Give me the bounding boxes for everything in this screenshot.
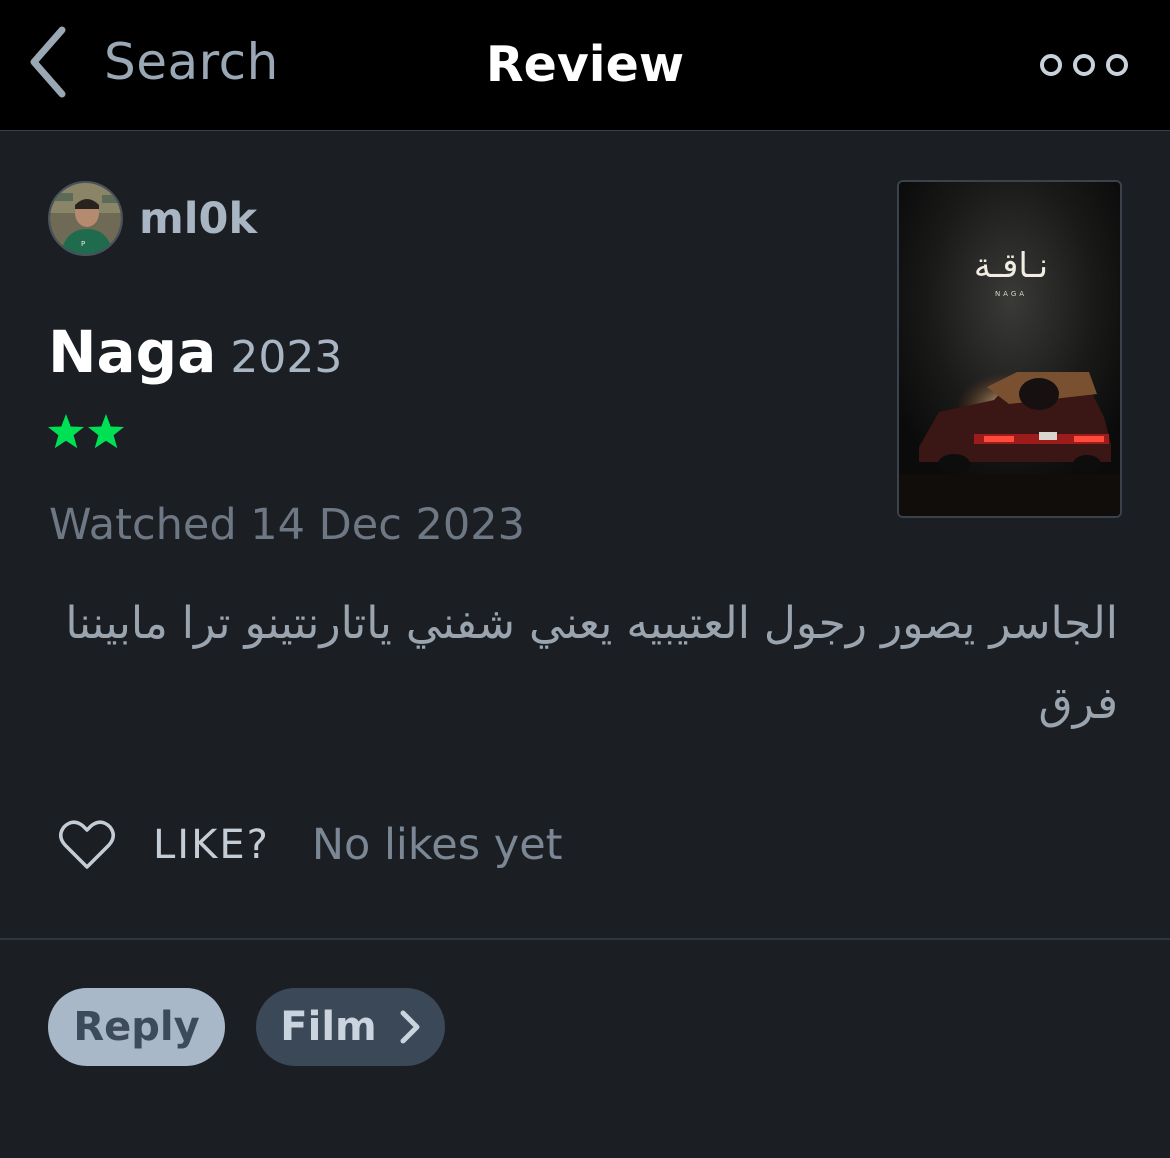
username: ml0k: [139, 193, 258, 244]
film-title[interactable]: Naga: [48, 318, 216, 386]
film-button-label: Film: [280, 1004, 377, 1050]
star-icon: [48, 414, 84, 449]
film-year: 2023: [230, 332, 343, 383]
divider: [0, 938, 1170, 940]
avatar: P: [48, 181, 123, 256]
navigation-bar: Search Review: [0, 0, 1170, 131]
like-row: LIKE? No likes yet: [58, 812, 563, 878]
like-button[interactable]: LIKE?: [153, 822, 270, 868]
dot-icon: [1106, 54, 1128, 76]
page-title: Review: [485, 36, 685, 93]
reply-button-label: Reply: [73, 1004, 200, 1050]
reviewer[interactable]: P ml0k: [48, 181, 257, 256]
dot-icon: [1073, 54, 1095, 76]
rating-stars: [46, 412, 126, 452]
reply-button[interactable]: Reply: [48, 988, 225, 1066]
star-icon: [88, 414, 124, 449]
dot-icon: [1040, 54, 1062, 76]
film-heading: Naga 2023: [48, 318, 342, 386]
film-button[interactable]: Film: [256, 988, 445, 1066]
watched-date: Watched 14 Dec 2023: [49, 500, 525, 550]
more-options-button[interactable]: [1040, 48, 1128, 82]
svg-text:P: P: [81, 240, 85, 248]
heart-icon[interactable]: [58, 819, 116, 871]
review-text: الجاسر يصور رجول العتيبيه يعني شفني ياتا…: [65, 598, 1118, 729]
film-poster[interactable]: نـاقـة NAGA: [897, 180, 1122, 518]
poster-latin-title: NAGA: [995, 290, 1027, 298]
poster-arabic-title: نـاقـة: [974, 246, 1048, 286]
chevron-right-icon: [400, 1010, 420, 1044]
likes-count: No likes yet: [311, 820, 563, 870]
